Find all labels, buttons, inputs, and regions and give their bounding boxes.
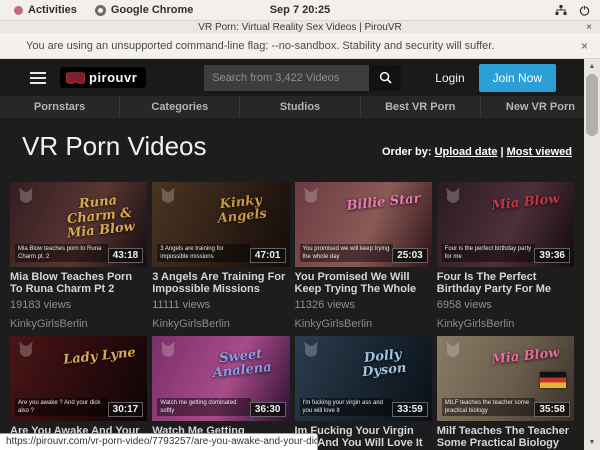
thumbnail-model-name: Mia Blow — [483, 191, 569, 214]
video-thumbnail[interactable]: Dolly Dyson I'm fucking your virgin ass … — [295, 336, 432, 421]
studio-watermark-icon — [158, 340, 178, 358]
video-title[interactable]: Milf Teaches The Teacher Some Practical … — [437, 425, 574, 449]
thumbnail-caption: You promised we will keep trying the who… — [300, 244, 393, 262]
video-thumbnail[interactable]: Mia Blow Four is the perfect birthday pa… — [437, 182, 574, 267]
join-now-button[interactable]: Join Now — [479, 64, 556, 92]
video-views: 11326 views — [295, 299, 432, 311]
search-button[interactable] — [369, 65, 401, 91]
nav-item-studios[interactable]: Studios — [239, 96, 359, 118]
video-thumbnail[interactable]: Runa Charm & Mia Blow Mia Blow teaches p… — [10, 182, 147, 267]
video-duration-badge: 25:03 — [392, 248, 428, 263]
thumbnail-model-name: Dolly Dyson — [340, 345, 428, 382]
site-header: pirouvr Login Join Now — [0, 59, 600, 96]
german-flag-icon — [540, 372, 566, 388]
site-logo[interactable]: pirouvr — [60, 67, 146, 88]
vr-headset-icon — [66, 72, 85, 84]
network-icon[interactable] — [555, 5, 567, 16]
video-title[interactable]: You Promised We Will Keep Trying The Who… — [295, 271, 432, 295]
chrome-warning-bar: You are using an unsupported command-lin… — [0, 33, 600, 59]
thumbnail-caption: MILF teaches the teacher some practical … — [442, 398, 535, 416]
status-url-bar: https://pirouvr.com/vr-porn-video/779325… — [0, 433, 318, 450]
video-thumbnail[interactable]: Sweet Analena Watch me getting dominated… — [152, 336, 289, 421]
video-duration-badge: 43:18 — [108, 248, 144, 263]
studio-watermark-icon — [16, 340, 36, 358]
studio-watermark-icon — [16, 186, 36, 204]
thumbnail-model-name: Runa Charm & Mia Blow — [55, 191, 144, 242]
scroll-down-icon[interactable]: ▼ — [584, 436, 600, 449]
browser-tab-bar: VR Porn: Virtual Reality Sex Videos | Pi… — [0, 20, 600, 33]
nav-item-best-vr-porn[interactable]: Best VR Porn — [360, 96, 480, 118]
video-views: 6958 views — [437, 299, 574, 311]
video-studio-link[interactable]: KinkyGirlsBerlin — [437, 318, 574, 330]
video-views: 11111 views — [152, 299, 289, 311]
video-thumbnail[interactable]: Lady Lyne Are you awake ? And your dick … — [10, 336, 147, 421]
scrollbar[interactable]: ▲ ▼ — [584, 59, 600, 450]
tab-title[interactable]: VR Porn: Virtual Reality Sex Videos | Pi… — [0, 21, 600, 34]
studio-watermark-icon — [443, 340, 463, 358]
tab-close-icon[interactable]: × — [586, 21, 592, 34]
video-duration-badge: 35:58 — [534, 402, 570, 417]
thumbnail-caption: I'm fucking your virgin ass and you will… — [300, 398, 393, 416]
video-title[interactable]: Mia Blow Teaches Porn To Runa Charm Pt 2 — [10, 271, 147, 295]
video-grid: Runa Charm & Mia Blow Mia Blow teaches p… — [0, 162, 600, 450]
thumbnail-model-name: Kinky Angels — [198, 191, 286, 228]
video-thumbnail[interactable]: Kinky Angels 3 Angels are training for i… — [152, 182, 289, 267]
video-thumbnail[interactable]: Billie Star You promised we will keep tr… — [295, 182, 432, 267]
nav-item-new-vr-porn[interactable]: New VR Porn — [480, 96, 600, 118]
video-card[interactable]: Kinky Angels 3 Angels are training for i… — [152, 182, 289, 330]
video-title[interactable]: 3 Angels Are Training For Impossible Mis… — [152, 271, 289, 295]
thumbnail-model-name: Sweet Analena — [198, 345, 286, 382]
scrollbar-thumb[interactable] — [586, 74, 598, 136]
video-duration-badge: 30:17 — [108, 402, 144, 417]
video-thumbnail[interactable]: Mia Blow MILF teaches the teacher some p… — [437, 336, 574, 421]
site-logo-text: pirouvr — [89, 70, 137, 85]
video-card[interactable]: Runa Charm & Mia Blow Mia Blow teaches p… — [10, 182, 147, 330]
video-duration-badge: 36:30 — [250, 402, 286, 417]
nav-item-pornstars[interactable]: Pornstars — [0, 96, 119, 118]
studio-watermark-icon — [301, 340, 321, 358]
studio-watermark-icon — [158, 186, 178, 204]
order-link-most-viewed[interactable]: Most viewed — [507, 146, 572, 158]
order-by: Order by: Upload date|Most viewed — [382, 146, 572, 158]
thumbnail-caption: Are you awake ? And your dick also ? — [15, 398, 108, 416]
video-card[interactable]: Mia Blow MILF teaches the teacher some p… — [437, 336, 574, 450]
menu-icon[interactable] — [30, 69, 46, 87]
thumbnail-model-name: Billie Star — [341, 191, 427, 214]
site-nav: Pornstars Categories Studios Best VR Por… — [0, 96, 600, 118]
page-title: VR Porn Videos — [22, 131, 207, 162]
video-duration-badge: 47:01 — [250, 248, 286, 263]
video-duration-badge: 33:59 — [392, 402, 428, 417]
scroll-up-icon[interactable]: ▲ — [584, 60, 600, 73]
video-duration-badge: 39:36 — [534, 248, 570, 263]
nav-item-categories[interactable]: Categories — [119, 96, 239, 118]
order-by-label: Order by: — [382, 146, 432, 158]
search-input[interactable] — [204, 65, 369, 91]
thumbnail-caption: 3 Angels are training for impossible mis… — [157, 244, 250, 262]
warning-text: You are using an unsupported command-lin… — [0, 40, 494, 52]
video-card[interactable]: Mia Blow Four is the perfect birthday pa… — [437, 182, 574, 330]
warning-close-icon[interactable]: × — [581, 39, 600, 53]
thumbnail-caption: Watch me getting dominated softly — [157, 398, 250, 416]
login-button[interactable]: Login — [435, 71, 464, 85]
video-views: 19183 views — [10, 299, 147, 311]
power-icon[interactable] — [579, 5, 590, 16]
video-studio-link[interactable]: KinkyGirlsBerlin — [152, 318, 289, 330]
thumbnail-model-name: Mia Blow — [483, 345, 569, 368]
thumbnail-caption: Four is the perfect birthday party for m… — [442, 244, 535, 262]
studio-watermark-icon — [301, 186, 321, 204]
video-card[interactable]: Billie Star You promised we will keep tr… — [295, 182, 432, 330]
system-top-bar: Activities Google Chrome Sep 7 20:25 — [0, 0, 600, 20]
clock[interactable]: Sep 7 20:25 — [0, 4, 600, 16]
video-studio-link[interactable]: KinkyGirlsBerlin — [10, 318, 147, 330]
video-studio-link[interactable]: KinkyGirlsBerlin — [295, 318, 432, 330]
studio-watermark-icon — [443, 186, 463, 204]
search-icon — [379, 71, 392, 84]
video-title[interactable]: Four Is The Perfect Birthday Party For M… — [437, 271, 574, 295]
order-link-upload-date[interactable]: Upload date — [435, 146, 498, 158]
thumbnail-caption: Mia Blow teaches porn to Runa Charm pt. … — [15, 244, 108, 262]
thumbnail-model-name: Lady Lyne — [56, 345, 142, 368]
